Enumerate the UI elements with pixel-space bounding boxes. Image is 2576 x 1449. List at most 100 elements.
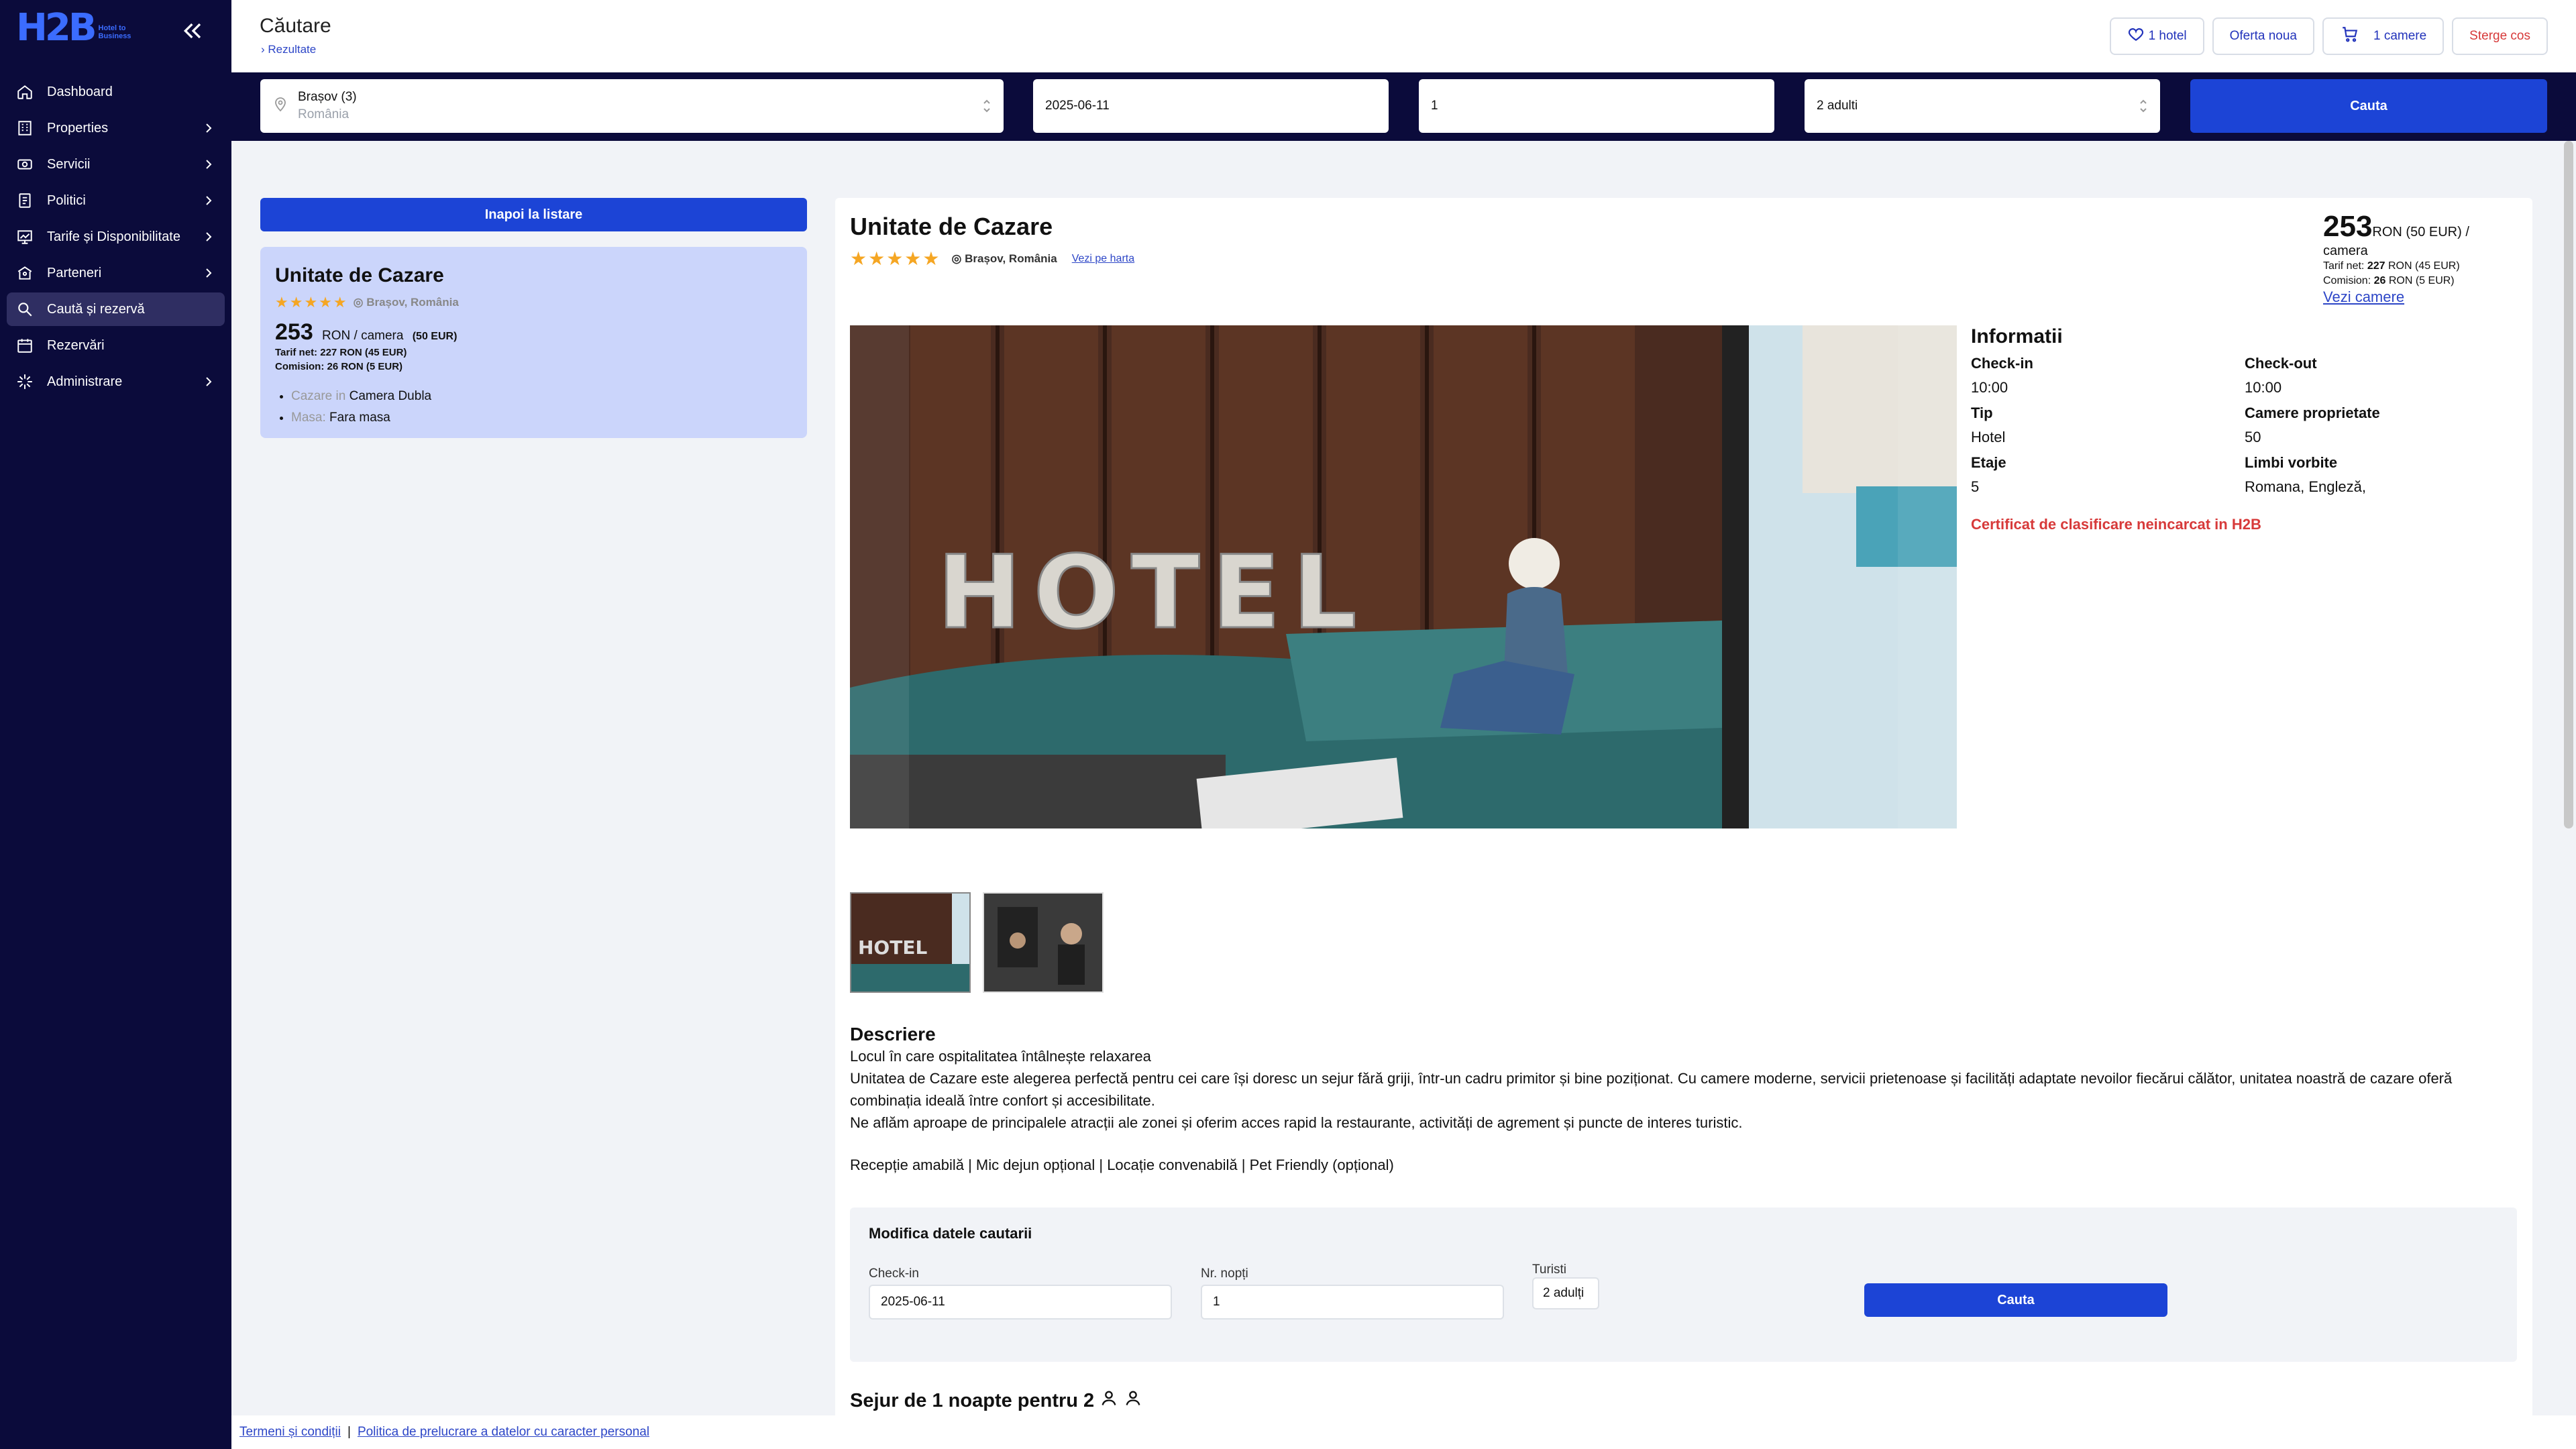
modify-tourists-value: 2 adulți [1543, 1286, 1585, 1300]
description-line: Unitatea de Cazare este alegerea perfect… [850, 1070, 2453, 1109]
footer-separator: | [347, 1425, 351, 1439]
favorite-hotel-button[interactable]: 1 hotel [2109, 17, 2204, 55]
thumbnail-1[interactable]: HOTEL [850, 892, 971, 993]
sidebar-item-label: Servicii [47, 156, 91, 172]
hotel-price-box: 253RON (50 EUR) / camera Tarif net: 227 … [2323, 210, 2518, 306]
modify-checkin-value: 2025-06-11 [881, 1295, 945, 1309]
sidebar-item-politici[interactable]: Politici [7, 184, 225, 217]
meal-value: Fara masa [329, 411, 390, 425]
meal-label: Masa: [291, 411, 326, 425]
stay-title: Sejur de 1 noapte pentru 2 [850, 1389, 1142, 1413]
sidebar-item-dashboard[interactable]: Dashboard [7, 75, 225, 109]
location-select[interactable]: Brașov (3) România [260, 79, 1004, 133]
hotel-net-rate: Tarif net: 227 RON (45 EUR) [2323, 259, 2518, 274]
logo-mark: H2B [16, 6, 97, 50]
hotel-name: Unitate de Cazare [850, 213, 1053, 240]
photo-thumbnails: HOTEL [850, 892, 1104, 993]
sidebar-item-properties[interactable]: Properties [7, 111, 225, 145]
info-title: Informatii [1971, 325, 2063, 347]
modify-checkin-input[interactable]: 2025-06-11 [869, 1285, 1172, 1320]
offer-summary-card: Unitate de Cazare ★★★★★ ◎ Brașov, Români… [260, 247, 807, 438]
star-rating: ★★★★★ [850, 248, 941, 269]
modify-checkin-label: Check-in [869, 1267, 919, 1281]
checkin-value: 10:00 [1971, 379, 2008, 396]
modify-nights-label: Nr. nopți [1201, 1267, 1248, 1281]
search-button[interactable]: Cauta [2190, 79, 2547, 133]
page-scrollbar[interactable] [2564, 141, 2573, 828]
modify-nights-input[interactable]: 1 [1201, 1285, 1504, 1320]
view-map-link[interactable]: Vezi pe harta [1072, 253, 1134, 265]
back-to-listing-button[interactable]: Inapoi la listare [260, 198, 807, 231]
stay-label: Cazare in [291, 389, 346, 403]
sidebar-item-rezervari[interactable]: Rezervări [7, 329, 225, 362]
document-icon [16, 192, 34, 209]
sidebar-item-label: Tarife și Disponibilitate [47, 229, 180, 244]
summary-price-unit: RON / camera [322, 329, 404, 343]
thumbnail-2[interactable] [983, 892, 1104, 993]
checkin-date-value: 2025-06-11 [1045, 99, 1110, 113]
photo-gallery: HOTEL [850, 325, 1957, 875]
footer: Termeni și condiții | Politica de preluc… [231, 1415, 2576, 1449]
modify-search-button[interactable]: Cauta [1864, 1283, 2167, 1317]
summary-meal-item: Masa: Fara masa [291, 407, 792, 429]
clear-cart-button[interactable]: Sterge cos [2452, 17, 2548, 55]
type-value: Hotel [1971, 429, 2006, 445]
search-bar: Brașov (3) România 2025-06-11 1 2 adulti… [231, 72, 2576, 141]
new-offer-button[interactable]: Oferta noua [2212, 17, 2314, 55]
person-icon [1099, 1389, 1118, 1413]
sidebar-item-label: Politici [47, 193, 86, 208]
languages-label: Limbi vorbite [2245, 454, 2338, 471]
stay-title-text: Sejur de 1 noapte pentru 2 [850, 1389, 1095, 1411]
calendar-icon [16, 337, 34, 354]
hotel-location-text: Brașov, România [965, 252, 1057, 265]
summary-details-list: Cazare in Camera Dubla Masa: Fara masa [275, 386, 792, 429]
description-line: Ne aflăm aproape de principalele atracți… [850, 1114, 1743, 1131]
partners-icon [16, 264, 34, 282]
summary-price: 253 RON / camera (50 EUR) [275, 319, 792, 345]
nights-value: 1 [1431, 99, 1438, 113]
info-section: Informatii Check-in 10:00 Check-out 10:00 … [1971, 325, 2521, 533]
hotel-commission: Comision: 26 RON (5 EUR) [2323, 274, 2518, 288]
sidebar-item-parteneri[interactable]: Parteneri [7, 256, 225, 290]
view-rooms-link[interactable]: Vezi camere [2323, 288, 2404, 305]
terms-link[interactable]: Termeni și condiții [239, 1425, 341, 1440]
description-section: Descriere Locul în care ospitalitatea în… [850, 1023, 2514, 1176]
net-rest: RON (45 EUR) [2387, 260, 2460, 272]
star-rating: ★★★★★ [275, 294, 348, 311]
sidebar-item-administrare[interactable]: Administrare [7, 365, 225, 398]
checkout-label: Check-out [2245, 355, 2317, 372]
sidebar-item-cauta-si-rezerva[interactable]: Caută și rezervă [7, 292, 225, 326]
chevron-right-icon [201, 120, 217, 136]
sidebar-item-servicii[interactable]: Servicii [7, 148, 225, 181]
gallery-next-button[interactable] [1898, 325, 1957, 875]
h2b-logo[interactable]: H2B Hotel to Business [16, 9, 139, 47]
floors-value: 5 [1971, 478, 1980, 495]
summary-hotel-name: Unitate de Cazare [275, 264, 444, 286]
guests-select[interactable]: 2 adulti [1805, 79, 2160, 133]
nights-input[interactable]: 1 [1419, 79, 1774, 133]
hotel-price-unit: RON (50 EUR) [2372, 225, 2462, 239]
top-actions: 1 hotel Oferta noua 1 camere Sterge cos [2109, 17, 2548, 55]
checkin-date-input[interactable]: 2025-06-11 [1033, 79, 1389, 133]
net-value: 227 [2367, 260, 2385, 272]
gallery-prev-button[interactable] [850, 325, 909, 875]
favorite-hotel-label: 1 hotel [2148, 29, 2187, 43]
modify-tourists-select[interactable]: 2 adulți [1532, 1277, 1599, 1309]
breadcrumb-item[interactable]: Rezultate [268, 43, 316, 56]
sidebar-item-tarife[interactable]: Tarife și Disponibilitate [7, 220, 225, 254]
modify-search-form: Modifica datele cautarii Check-in 2025-0… [850, 1208, 2517, 1362]
summary-commission: Comision: 26 RON (5 EUR) [275, 361, 403, 372]
privacy-link[interactable]: Politica de prelucrare a datelor cu cara… [358, 1425, 649, 1440]
new-offer-label: Oferta noua [2229, 29, 2297, 43]
updown-icon [2137, 95, 2149, 117]
com-rest: RON (5 EUR) [2388, 275, 2455, 286]
chevron-right-icon [201, 265, 217, 281]
breadcrumb[interactable]: › Rezultate [261, 43, 316, 56]
hotel-lobby-image: HOTEL [850, 325, 1957, 828]
sidebar-item-label: Dashboard [47, 84, 113, 99]
chevron-right-icon [201, 374, 217, 390]
location-pin-icon: ◎ [951, 252, 962, 265]
rooms-value: 50 [2245, 429, 2261, 445]
cart-button[interactable]: 1 camere [2322, 17, 2445, 55]
collapse-sidebar-icon[interactable] [180, 17, 207, 44]
